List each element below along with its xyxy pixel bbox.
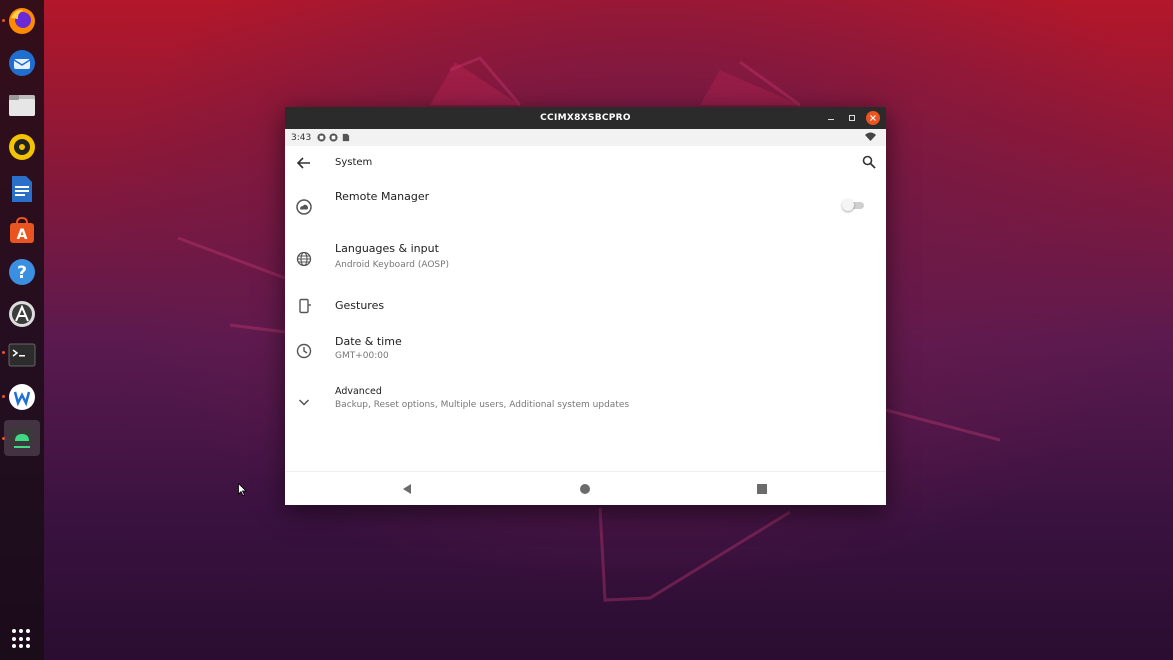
dock-thunderbird[interactable] <box>4 45 40 81</box>
nav-recents-icon[interactable] <box>755 482 769 496</box>
toggle-thumb <box>842 199 854 211</box>
search-icon[interactable] <box>862 155 876 169</box>
setting-label: Gestures <box>335 299 385 312</box>
setting-label: Date & time <box>335 335 402 348</box>
setting-gestures[interactable]: Gestures <box>285 284 886 328</box>
page-title: System <box>335 157 373 168</box>
dock-help[interactable]: ? <box>4 254 40 290</box>
android-icon <box>10 428 34 448</box>
setting-summary: Android Keyboard (AOSP) <box>335 260 450 270</box>
minimize-button[interactable] <box>824 111 838 125</box>
speaker-icon <box>9 134 35 160</box>
maximize-icon <box>849 115 855 121</box>
dock-ubuntu-software[interactable]: A <box>4 212 40 248</box>
dock-app-store[interactable] <box>4 296 40 332</box>
svg-text:A: A <box>17 227 28 243</box>
globe-icon <box>296 251 312 267</box>
window-titlebar[interactable]: CCIMX8XSBCPRO <box>285 107 886 129</box>
running-indicator <box>2 19 5 22</box>
dock: A ? <box>0 0 44 660</box>
document-icon <box>12 176 32 202</box>
dock-writer[interactable] <box>4 171 40 207</box>
setting-label: Remote Manager <box>335 190 430 203</box>
nav-back-icon[interactable] <box>400 482 414 496</box>
close-icon <box>870 115 876 121</box>
notification-icon <box>329 133 338 142</box>
folder-icon <box>9 95 35 116</box>
dock-firefox[interactable] <box>4 3 40 39</box>
terminal-icon <box>8 343 36 367</box>
dock-terminal[interactable] <box>4 337 40 373</box>
cloud-icon <box>296 199 312 215</box>
emulator-window: CCIMX8XSBCPRO 3:43 System Remote Manager… <box>285 107 886 505</box>
svg-text:?: ? <box>17 263 27 283</box>
firefox-icon <box>9 8 35 34</box>
wifi-icon <box>865 132 876 141</box>
setting-languages-input[interactable]: Languages & input Android Keyboard (AOSP… <box>285 232 886 284</box>
android-nav-bar <box>285 471 886 505</box>
chevron-down-icon <box>298 399 310 406</box>
remote-manager-toggle[interactable] <box>842 199 866 211</box>
setting-advanced[interactable]: Advanced Backup, Reset options, Multiple… <box>285 378 886 428</box>
minimize-icon <box>828 119 834 120</box>
dock-rhythmbox[interactable] <box>4 129 40 165</box>
running-indicator <box>2 395 5 398</box>
app-store-icon <box>9 301 35 327</box>
back-arrow-icon[interactable] <box>296 155 312 171</box>
webstorm-icon <box>9 384 35 410</box>
setting-summary: Backup, Reset options, Multiple users, A… <box>335 400 630 410</box>
setting-label: Advanced <box>335 386 382 397</box>
close-button[interactable] <box>866 111 880 125</box>
phone-gesture-icon <box>299 298 311 314</box>
dock-android-emulator[interactable] <box>4 420 40 456</box>
setting-summary: GMT+00:00 <box>335 351 389 361</box>
running-indicator <box>2 437 5 440</box>
window-title: CCIMX8XSBCPRO <box>540 113 631 123</box>
status-time: 3:43 <box>291 132 312 143</box>
sd-card-icon <box>343 133 350 142</box>
app-bar: System <box>285 146 886 180</box>
thunderbird-icon <box>9 50 35 76</box>
dock-webstorm[interactable] <box>4 379 40 415</box>
notification-icon <box>317 133 326 142</box>
android-status-bar: 3:43 <box>285 129 886 146</box>
mouse-cursor-icon <box>238 483 247 496</box>
nav-home-icon[interactable] <box>578 482 592 496</box>
setting-remote-manager[interactable]: Remote Manager <box>285 180 886 232</box>
running-indicator <box>2 351 5 354</box>
clock-icon <box>296 343 312 359</box>
shopping-bag-icon: A <box>10 216 34 243</box>
show-applications-button[interactable] <box>12 629 32 649</box>
setting-date-time[interactable]: Date & time GMT+00:00 <box>285 328 886 378</box>
maximize-button[interactable] <box>845 111 859 125</box>
help-icon: ? <box>9 259 35 285</box>
dock-files[interactable] <box>4 87 40 123</box>
setting-label: Languages & input <box>335 242 439 255</box>
